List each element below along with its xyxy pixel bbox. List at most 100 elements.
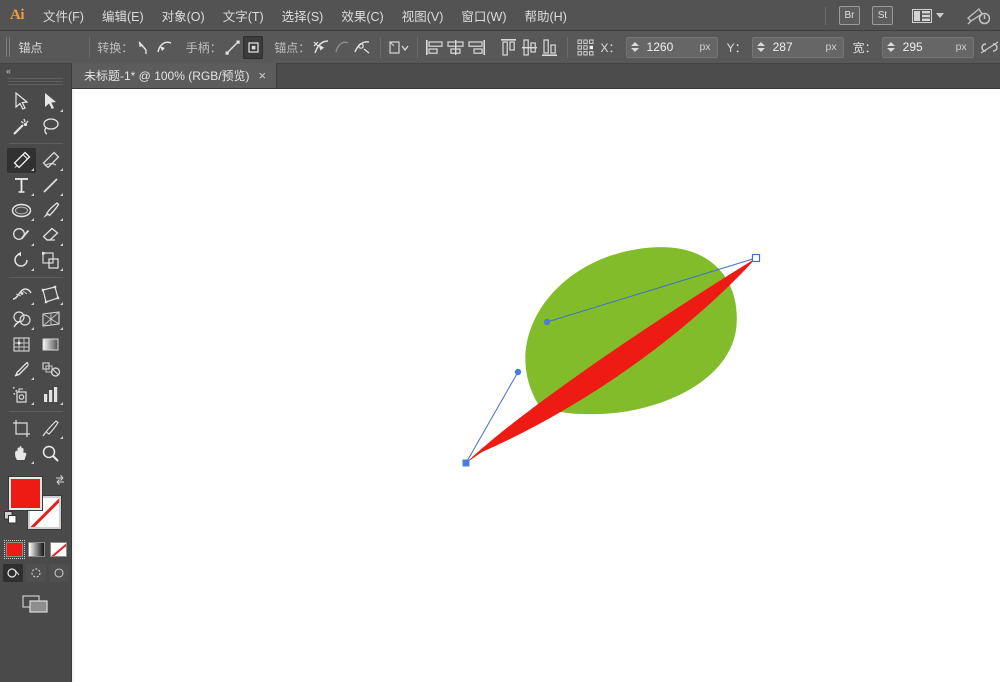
align-right-icon[interactable] [466,36,487,59]
direction-handle-top[interactable] [543,318,551,326]
transform-reference-point-grid[interactable] [575,36,596,59]
gradient-swatch-button[interactable] [27,542,45,557]
align-vertical-center-icon[interactable] [519,36,540,59]
double-chevron-left-icon[interactable]: « [0,64,71,78]
blend-tool[interactable] [36,357,65,382]
line-segment-tool[interactable] [36,173,65,198]
menu-items: 文件(F) 编辑(E) 对象(O) 文字(T) 选择(S) 效果(C) 视图(V… [34,0,576,31]
eraser-tool[interactable] [36,223,65,248]
menu-help[interactable]: 帮助(H) [516,0,576,31]
align-horizontal-center-icon[interactable] [445,36,466,59]
ellipse-tool[interactable] [7,198,36,223]
pen-tool[interactable] [7,148,36,173]
width-tool[interactable] [7,282,36,307]
scale-tool[interactable] [36,248,65,273]
swap-fill-stroke-icon[interactable] [54,474,66,486]
bridge-button[interactable]: Br [839,6,860,25]
fill-swatch[interactable] [9,477,42,510]
stock-button[interactable]: St [872,6,893,25]
width-unit: px [955,41,967,53]
remove-anchor-icon[interactable] [310,36,331,59]
type-tool[interactable] [7,173,36,198]
x-stepper[interactable] [630,42,640,52]
workspace-switcher[interactable] [906,5,950,27]
fill-stroke-widget [0,474,72,536]
draw-behind-button[interactable] [26,564,46,582]
convert-to-smooth-icon[interactable] [154,36,175,59]
rotate-tool[interactable] [7,248,36,273]
align-top-icon[interactable] [498,36,519,59]
menu-effect[interactable]: 效果(C) [332,0,392,31]
direct-selection-tool[interactable] [36,89,65,114]
shaper-tool[interactable] [7,223,36,248]
align-left-icon[interactable] [425,36,446,59]
curvature-tool[interactable] [36,148,65,173]
hand-tool[interactable] [7,441,36,466]
color-swatch-button[interactable] [3,540,25,559]
menu-select[interactable]: 选择(S) [273,0,333,31]
document-canvas[interactable] [72,89,1000,682]
convert-to-corner-icon[interactable] [133,36,154,59]
paintbrush-tool[interactable] [36,198,65,223]
divider [567,36,569,58]
width-field[interactable]: 295 px [881,36,974,58]
direction-handle-bottom[interactable] [514,368,522,376]
width-stepper[interactable] [886,42,896,52]
rocket-search-icon[interactable] [966,6,990,26]
anchor-point-selected[interactable] [462,459,470,467]
magic-wand-tool[interactable] [7,114,36,139]
zoom-tool[interactable] [36,441,65,466]
y-position-label: Y： [726,40,747,55]
width-value: 295 [902,40,923,54]
menu-type[interactable]: 文字(T) [214,0,273,31]
menu-file[interactable]: 文件(F) [34,0,93,31]
change-screen-mode-button[interactable] [22,594,50,614]
symbol-sprayer-tool[interactable] [7,382,36,407]
close-icon[interactable]: × [259,69,267,82]
lasso-tool[interactable] [36,114,65,139]
menu-object[interactable]: 对象(O) [153,0,214,31]
y-stepper[interactable] [756,42,766,52]
menu-edit[interactable]: 编辑(E) [93,0,153,31]
anchor-point-unselected[interactable] [751,253,761,263]
divider [825,6,826,25]
show-handles-icon[interactable] [222,36,243,59]
x-position-label: X： [600,40,621,55]
mesh-tool[interactable] [7,332,36,357]
transform-shape-icon[interactable] [388,36,410,59]
menu-window[interactable]: 窗口(W) [452,0,515,31]
divider [9,411,63,412]
y-position-field[interactable]: 287 px [751,36,844,58]
anchor-label: 锚点： [274,40,311,55]
leaf-shape[interactable] [525,247,737,415]
artboard-tool[interactable] [7,416,36,441]
align-bottom-icon[interactable] [539,36,560,59]
eyedropper-tool[interactable] [7,357,36,382]
shape-builder-tool[interactable] [7,307,36,332]
hide-handles-icon[interactable] [242,35,264,59]
free-transform-tool[interactable] [36,282,65,307]
menu-view[interactable]: 视图(V) [393,0,453,31]
x-position-unit: px [699,41,711,53]
draw-normal-button[interactable] [3,564,23,582]
none-swatch-button[interactable] [49,542,67,557]
selection-tool[interactable] [7,89,36,114]
handle-line-bottom[interactable] [465,371,519,464]
divider [9,143,63,144]
divider [89,36,91,58]
cut-path-at-anchor-icon[interactable] [352,36,373,59]
column-graph-tool[interactable] [36,382,65,407]
perspective-grid-tool[interactable] [36,307,65,332]
connect-anchor-icon[interactable] [331,36,352,59]
color-mode-row [0,540,72,559]
tools-panel-grip[interactable] [8,78,63,86]
canvas-left-edge [72,89,74,682]
slice-tool[interactable] [36,416,65,441]
gradient-tool[interactable] [36,332,65,357]
default-fill-stroke-icon[interactable] [4,511,17,524]
document-tab[interactable]: 未标题-1* @ 100% (RGB/预览) × [72,63,278,88]
x-position-field[interactable]: 1260 px [625,36,718,58]
draw-inside-button[interactable] [49,564,69,582]
control-panel-grip[interactable] [6,37,11,57]
unlink-proportions-icon[interactable] [979,36,1000,59]
